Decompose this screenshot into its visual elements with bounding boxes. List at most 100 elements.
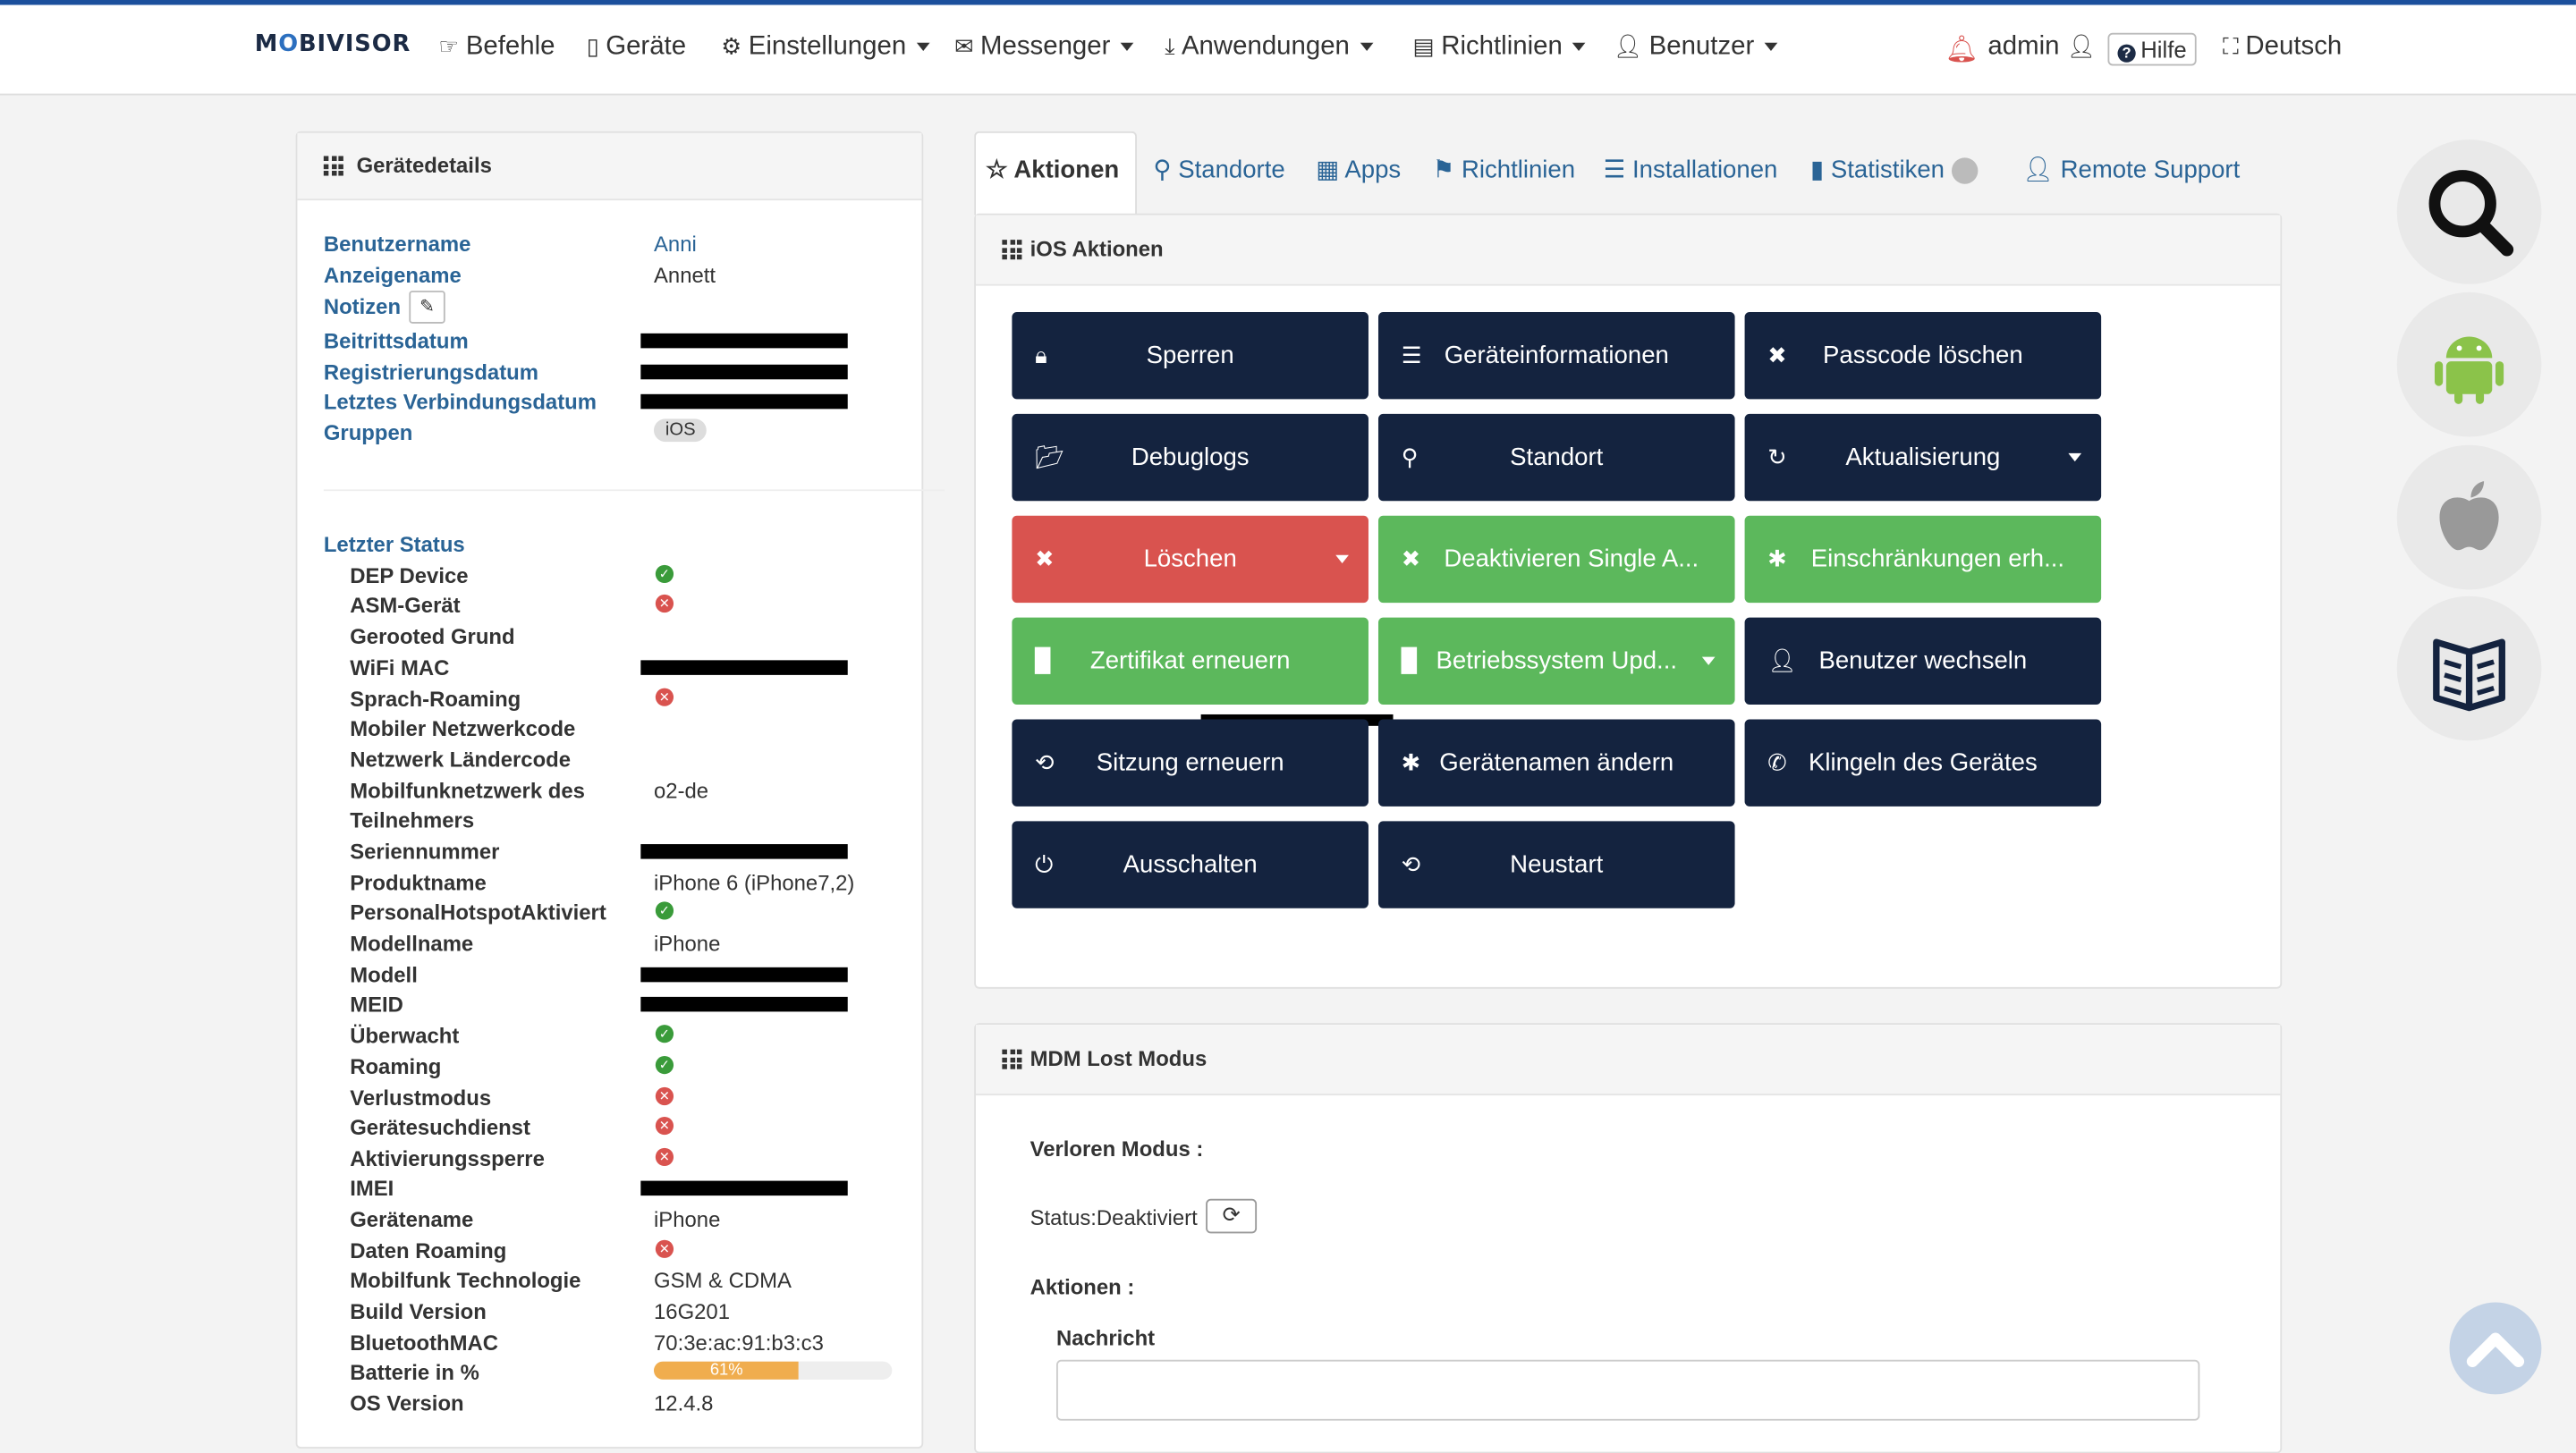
link-icon [1951,157,1978,184]
ios-actions-header: iOS Aktionen [975,215,2281,286]
redacted-value [640,393,848,410]
nav-einstellungen-label: Einstellungen [748,32,907,61]
restrictions-button[interactable]: ✱ Einschränkungen erh... [1744,515,2102,604]
build-label: Build Version [350,1298,487,1324]
tab-standorte[interactable]: ⚲ Standorte [1153,155,1284,184]
location-button[interactable]: ⚲ Standort [1377,413,1735,502]
rename-device-label: Gerätenamen ändern [1439,748,1674,777]
shutdown-button[interactable]: ⏻ Ausschalten [1012,821,1368,908]
redacted-value [640,660,848,675]
wipe-button[interactable]: ✖ Löschen [1012,515,1368,604]
rename-device-button[interactable]: ✱ Gerätenamen ändern [1377,719,1735,807]
file-icon: ▉ [1035,646,1053,674]
os-update-button[interactable]: ▉ Betriebssystem Upd... [1377,617,1735,705]
meid-label: MEID [350,992,403,1017]
model-name-value: iPhone [654,931,721,956]
wifi-mac-label: WiFi MAC [350,655,450,680]
nav-befehle[interactable]: ☞ Befehle [438,33,555,63]
disable-single-app-button[interactable]: ✖ Deaktivieren Single A... [1377,515,1735,604]
lost-mode-title: MDM Lost Modus [1030,1045,1208,1071]
switch-user-button[interactable]: 👤︎ Benutzer wechseln [1744,617,2102,705]
refresh-status-button[interactable]: ⟳ [1206,1198,1258,1234]
language-label: Deutsch [2245,32,2343,61]
dep-label: DEP Device [350,562,469,588]
lock-button[interactable]: 🔒︎ Sperren [1012,311,1368,400]
nav-messenger[interactable]: ✉ Messenger [954,33,1134,63]
cross-icon: ✕ [655,1147,674,1167]
tab-installationen[interactable]: ☰ Installationen [1604,155,1778,183]
lost-mode-label: Verloren Modus : [1030,1136,1204,1162]
displayname-value: Annett [654,262,716,288]
redacted-value [640,967,848,983]
scroll-to-top-button[interactable] [2449,1302,2542,1395]
ring-device-button[interactable]: ✆ Klingeln des Gerätes [1744,719,2102,807]
apple-button[interactable] [2396,444,2542,590]
clear-passcode-label: Passcode löschen [1823,342,2023,370]
update-button[interactable]: ↻ Aktualisierung [1744,413,2102,502]
groups-label: Gruppen [323,420,413,445]
cross-icon: ✕ [655,1239,674,1258]
cross-icon: ✕ [655,688,674,706]
close-icon: ✖ [1035,545,1055,572]
renew-certificate-button[interactable]: ▉ Zertifikat erneuern [1012,617,1368,705]
username-value[interactable]: Anni [654,232,697,257]
bar-chart-icon: ▮ [1810,156,1825,184]
tab-remote-label: Remote Support [2060,156,2241,184]
device-info-button[interactable]: ☰ Geräteinformationen [1377,311,1735,400]
message-input[interactable] [1055,1359,2200,1421]
tab-remote-support[interactable]: 👤︎ Remote Support [2021,155,2241,184]
user-icon: 👤︎ [2066,32,2097,60]
cross-icon: ✕ [655,594,674,613]
device-details-title: Gerätedetails [356,152,492,178]
tab-statistiken-label: Statistiken [1830,156,1945,184]
tab-statistiken[interactable]: ▮ Statistiken [1810,155,1978,184]
tab-aktionen[interactable]: ☆ Aktionen [986,155,1119,183]
nav-benutzer[interactable]: 👤︎ Benutzer [1614,33,1777,63]
map-marker-icon: ⚲ [1153,156,1172,184]
close-icon: ✖ [1767,342,1787,368]
edit-notes-button[interactable]: ✎ [409,291,445,324]
redacted-value [640,996,848,1012]
help-label: Hilfe [2140,36,2187,63]
clear-passcode-button[interactable]: ✖ Passcode löschen [1744,311,2102,400]
restart-button[interactable]: ⟲ Neustart [1377,821,1735,908]
debuglogs-button[interactable]: 📂︎ Debuglogs [1012,413,1368,502]
renew-session-button[interactable]: ⟲ Sitzung erneuern [1012,719,1368,807]
nav-richtlinien[interactable]: ▤ Richtlinien [1413,33,1586,63]
tab-richtlinien[interactable]: ⚑ Richtlinien [1433,155,1575,183]
tab-apps[interactable]: ▦ Apps [1316,155,1401,183]
brand-logo[interactable]: MOBIVISOR [255,31,411,57]
nav-anwendungen[interactable]: ⤓ Anwendungen [1165,33,1373,63]
disable-single-app-label: Deaktivieren Single A... [1444,545,1699,574]
help-button[interactable]: ? Hilfe [2107,32,2197,66]
android-button[interactable] [2396,291,2542,437]
mobile-icon: ▯ [586,32,599,60]
chevron-down-icon [1764,43,1777,52]
mnc-label: Mobiler Netzwerkcode [350,715,576,741]
nav-einstellungen[interactable]: ⚙ Einstellungen [721,33,929,63]
last-status-title: Letzter Status [323,532,465,557]
nav-admin[interactable]: admin 👤︎ [1987,33,2102,63]
check-icon: ✓ [655,564,674,584]
language-selector[interactable]: ⛶ Deutsch [2223,33,2342,63]
nav-geraete[interactable]: ▯ Geräte [587,33,686,63]
manual-button[interactable] [2396,596,2542,741]
translate-icon: ⛶ [2223,32,2240,60]
chevron-down-icon [1359,43,1373,52]
cellular-tech-value: GSM & CDMA [654,1267,792,1293]
bell-icon[interactable]: 🔔︎ [1945,33,1979,66]
check-icon: ✓ [655,1025,674,1043]
user-icon: 👤︎ [2021,156,2054,184]
search-button[interactable] [2396,139,2542,284]
grid-icon [1002,1049,1022,1069]
check-icon: ✓ [655,901,674,920]
product-value: iPhone 6 (iPhone7,2) [654,870,855,896]
os-version-label: OS Version [350,1390,464,1416]
navbar: MOBIVISOR ☞ Befehle ▯ Geräte ⚙ Einstellunge… [0,4,2576,96]
rooted-label: Gerooted Grund [350,623,515,649]
nav-befehle-label: Befehle [465,32,555,61]
device-name-label: Gerätename [350,1206,474,1232]
cellular-tech-label: Mobilfunk Technologie [350,1267,581,1293]
model-label: Modell [350,962,418,987]
model-name-label: Modellname [350,931,474,956]
